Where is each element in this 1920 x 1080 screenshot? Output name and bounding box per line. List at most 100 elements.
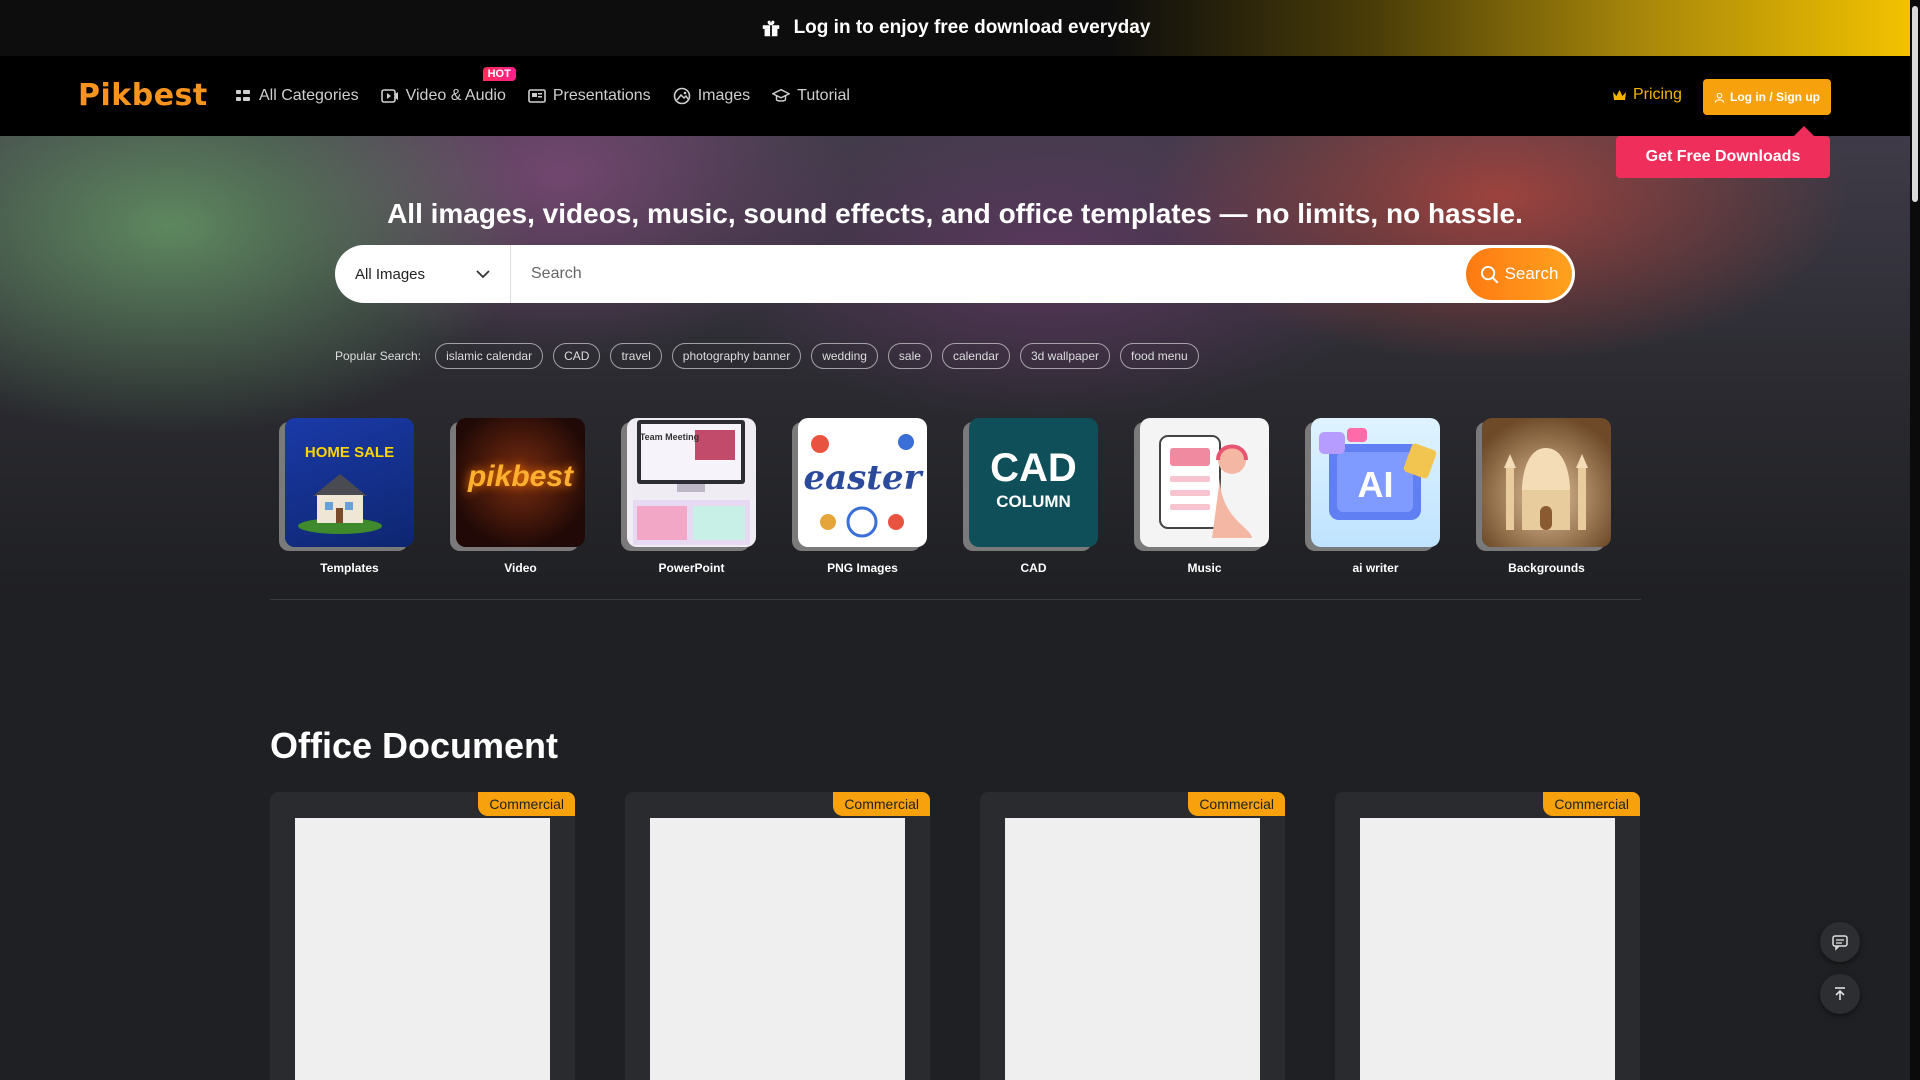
category-backgrounds[interactable]: Backgrounds: [1482, 418, 1611, 575]
search-category-value: All Images: [355, 265, 426, 283]
gift-icon: [762, 20, 779, 37]
popular-tag[interactable]: sale: [887, 343, 932, 369]
presentation-icon: [528, 89, 546, 103]
popular-tag[interactable]: 3d wallpaper: [1019, 343, 1111, 369]
document-card[interactable]: Commercial: [625, 792, 930, 1080]
search-bar: All Images Search: [335, 245, 1575, 303]
category-video[interactable]: pikbest Video: [456, 418, 585, 575]
category-thumbnail: [1482, 418, 1611, 547]
search-category-select[interactable]: All Images: [335, 245, 511, 303]
category-templates[interactable]: HOME SALE Templates: [285, 418, 414, 575]
thumb-text: pikbest: [467, 460, 574, 493]
office-document-grid: Commercial Commercial Commercial Commerc…: [270, 792, 1640, 1080]
search-button[interactable]: Search: [1466, 248, 1572, 300]
login-label: Log in / Sign up: [1730, 90, 1820, 104]
search-icon: [1480, 265, 1498, 283]
category-label: ai writer: [1352, 561, 1399, 575]
category-thumbnail: [1140, 418, 1269, 547]
category-label: Templates: [320, 561, 379, 575]
nav-presentations[interactable]: Presentations: [528, 87, 651, 105]
get-free-downloads-button[interactable]: Get Free Downloads: [1616, 126, 1830, 178]
back-to-top-button[interactable]: [1820, 974, 1860, 1014]
hero-title: All images, videos, music, sound effects…: [387, 198, 1523, 229]
document-card[interactable]: Commercial: [270, 792, 575, 1080]
document-card[interactable]: Commercial: [1335, 792, 1640, 1080]
category-powerpoint[interactable]: Team Meeting PowerPoint: [627, 418, 756, 575]
chevron-down-icon: [476, 269, 490, 278]
chat-icon: [1832, 935, 1848, 951]
popular-tag[interactable]: CAD: [553, 343, 601, 369]
nav-video-audio[interactable]: Video & Audio HOT: [380, 67, 516, 105]
category-label: PowerPoint: [658, 561, 725, 575]
category-label: PNG Images: [827, 561, 898, 575]
thumb-text: CAD: [990, 446, 1077, 490]
house-illustration: [298, 474, 382, 534]
scrollbar-thumb[interactable]: [1912, 6, 1918, 202]
thumb-subtext: COLUMN: [996, 492, 1071, 511]
nav-all-categories[interactable]: All Categories: [234, 87, 359, 105]
hot-badge: HOT: [482, 67, 516, 81]
popular-tag[interactable]: islamic calendar: [435, 343, 544, 369]
document-preview[interactable]: [650, 818, 905, 1080]
section-divider: [270, 599, 1641, 600]
document-preview[interactable]: [1360, 818, 1615, 1080]
category-row: HOME SALE Templates pikbest Video Team M…: [285, 418, 1611, 575]
top-navbar: Pikbest All Categories Video & Audio HOT…: [0, 56, 1910, 136]
category-thumbnail: easter: [798, 418, 927, 547]
nav-tutorial[interactable]: Tutorial: [772, 87, 850, 105]
promo-banner[interactable]: Log in to enjoy free download everyday: [0, 0, 1910, 56]
nav-label: Images: [697, 87, 751, 104]
category-ai-writer[interactable]: AI ai writer: [1311, 418, 1440, 575]
crown-icon: [1613, 89, 1626, 100]
thumb-text: AI: [1357, 464, 1394, 505]
category-label: Video: [504, 561, 537, 575]
mosque-illustration: [1504, 448, 1588, 530]
music-listener-illustration: [1159, 435, 1252, 538]
nav-label: Tutorial: [797, 87, 850, 104]
grid-icon: [236, 90, 250, 101]
section-title: Office Document: [270, 725, 559, 766]
commercial-badge: Commercial: [478, 792, 575, 816]
popular-tag[interactable]: food menu: [1120, 343, 1199, 369]
popular-search: Popular Search: islamic calendar CAD tra…: [335, 343, 1199, 369]
category-label: Backgrounds: [1508, 561, 1585, 575]
popular-tag[interactable]: wedding: [811, 343, 878, 369]
category-music[interactable]: Music: [1140, 418, 1269, 575]
document-preview[interactable]: [1005, 818, 1260, 1080]
category-cad[interactable]: CAD COLUMN CAD: [969, 418, 1098, 575]
login-signup-button[interactable]: Log in / Sign up: [1703, 79, 1831, 115]
image-icon: [673, 87, 690, 105]
page-scrollbar[interactable]: [1910, 0, 1920, 1080]
commercial-badge: Commercial: [1543, 792, 1640, 816]
document-preview[interactable]: [295, 818, 550, 1080]
commercial-badge: Commercial: [833, 792, 930, 816]
arrow-up-icon: [1835, 987, 1845, 1000]
pikbest-logo[interactable]: Pikbest: [78, 78, 208, 113]
main-nav: All Categories Video & Audio HOT Present…: [234, 56, 850, 136]
document-card[interactable]: Commercial: [980, 792, 1285, 1080]
category-png-images[interactable]: easter PNG Images: [798, 418, 927, 575]
popular-tag[interactable]: photography banner: [671, 343, 802, 369]
category-thumbnail: HOME SALE: [285, 418, 414, 547]
category-label: Music: [1187, 561, 1222, 575]
nav-label: Presentations: [552, 87, 651, 104]
nav-images[interactable]: Images: [673, 87, 750, 105]
nav-label: All Categories: [259, 87, 359, 104]
category-label: CAD: [1020, 561, 1047, 575]
popular-tag[interactable]: calendar: [941, 343, 1010, 369]
popular-tag[interactable]: travel: [610, 343, 662, 369]
commercial-badge: Commercial: [1188, 792, 1285, 816]
promo-text: Log in to enjoy free download everyday: [793, 17, 1151, 38]
thumb-text: easter: [803, 458, 922, 498]
search-input[interactable]: [511, 245, 1466, 303]
pricing-link[interactable]: Pricing: [1612, 86, 1682, 104]
nav-label: Video & Audio: [405, 87, 506, 104]
pricing-label: Pricing: [1633, 86, 1682, 103]
popular-search-label: Popular Search:: [335, 349, 422, 363]
category-thumbnail: CAD COLUMN: [969, 418, 1098, 547]
graduation-cap-icon: [772, 88, 791, 102]
category-thumbnail: Team Meeting: [627, 418, 756, 547]
thumb-text: Team Meeting: [639, 432, 700, 442]
feedback-button[interactable]: [1820, 922, 1860, 962]
video-icon: [380, 89, 398, 103]
